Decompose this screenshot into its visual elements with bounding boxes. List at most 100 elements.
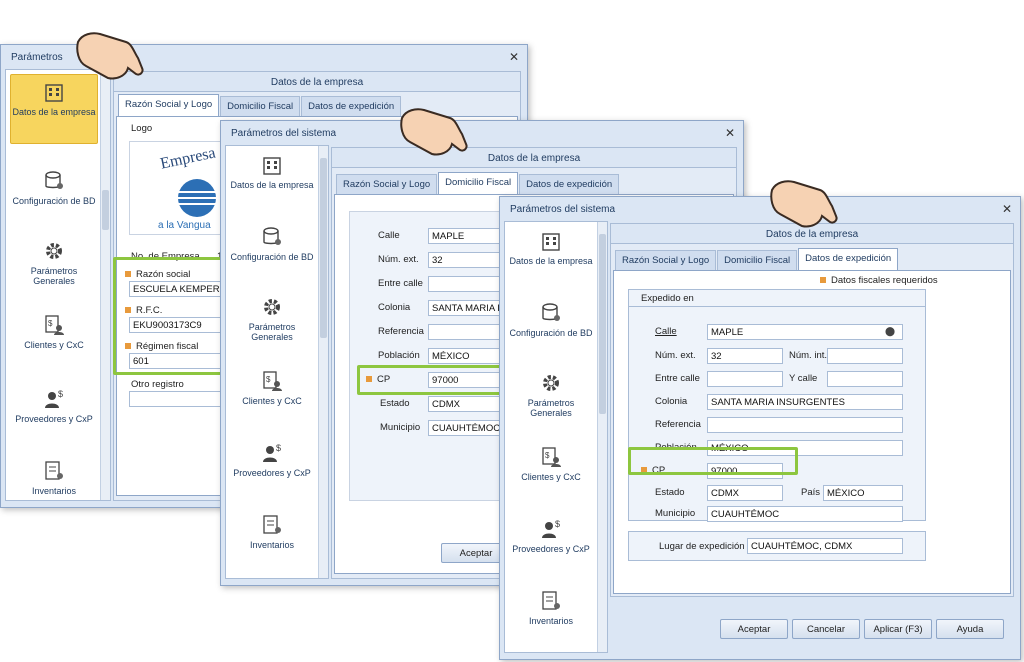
poblacion-label: Población [378, 350, 420, 361]
expedido-en-group: Expedido en Calle MAPLE ⬤ Núm. ext. 32 N… [628, 289, 926, 522]
logo-box[interactable]: Empresa a la Vangua [129, 141, 225, 235]
close-icon[interactable]: ✕ [1002, 202, 1012, 216]
sidebar-item-label: Datos de la empresa [230, 180, 314, 190]
sidebar: Datos de la empresa Configuración de BD … [504, 221, 608, 653]
colonia-label: Colonia [378, 302, 411, 313]
sidebar-item-label: Clientes y CxC [521, 472, 581, 482]
calle-field[interactable]: MAPLE [707, 324, 903, 340]
tab-content: Datos fiscales requeridos Expedido en Ca… [613, 270, 1011, 594]
logo-globe-icon [178, 179, 216, 217]
svg-text:$: $ [266, 375, 271, 384]
tab-datos-expedicion[interactable]: Datos de expedición [798, 248, 899, 270]
close-icon[interactable]: ✕ [509, 50, 519, 64]
logo-label: Logo [131, 123, 153, 134]
ayuda-button[interactable]: Ayuda [936, 619, 1004, 639]
svg-text:$: $ [58, 389, 63, 399]
clients-money-icon: $ [263, 371, 282, 391]
sidebar-item-label: Configuración de BD [12, 196, 96, 206]
tab-domicilio-fiscal[interactable]: Domicilio Fiscal [220, 96, 301, 116]
sidebar-item-clientes[interactable]: $ Clientes y CxC [228, 370, 316, 406]
tab-bar: Razón Social y Logo Domicilio Fiscal Datos… [336, 172, 620, 194]
aplicar-button[interactable]: Aplicar (F3) [864, 619, 932, 639]
sidebar-item-proveedores[interactable]: $ Proveedores y CxP [10, 388, 98, 424]
tab-datos-expedicion[interactable]: Datos de expedición [301, 96, 402, 116]
inventory-icon [263, 515, 281, 534]
tab-razon-social[interactable]: Razón Social y Logo [336, 174, 438, 194]
sidebar-item-config-bd[interactable]: Configuración de BD [10, 170, 98, 206]
num-ext-field[interactable]: 32 [707, 348, 783, 364]
calle-label: Calle [655, 326, 677, 337]
sidebar-item-config-bd[interactable]: Configuración de BD [507, 302, 595, 338]
svg-text:$: $ [276, 443, 281, 453]
window-title: Parámetros del sistema [231, 128, 337, 139]
sidebar-scrollbar[interactable] [100, 70, 110, 500]
inventory-icon [45, 461, 63, 480]
database-gear-icon [45, 171, 63, 189]
supplier-money-icon: $ [45, 389, 63, 408]
sidebar-item-label: Parámetros Generales [248, 322, 296, 342]
window-parametros-sistema-3: Parámetros del sistema ✕ Datos de la emp… [499, 196, 1021, 660]
tab-domicilio-fiscal[interactable]: Domicilio Fiscal [717, 250, 798, 270]
map-pin-icon[interactable]: ⬤ [885, 326, 899, 338]
tab-domicilio-fiscal[interactable]: Domicilio Fiscal [438, 172, 519, 194]
entre-calle-field[interactable] [707, 371, 783, 387]
close-icon[interactable]: ✕ [725, 126, 735, 140]
otro-registro-field[interactable] [129, 391, 225, 407]
tab-razon-social[interactable]: Razón Social y Logo [615, 250, 717, 270]
sidebar-item-label: Datos de la empresa [509, 256, 593, 266]
sidebar-item-inventarios[interactable]: Inventarios [10, 460, 98, 496]
num-int-field[interactable] [827, 348, 903, 364]
sidebar-item-label: Configuración de BD [509, 328, 593, 338]
sidebar-item-label: Proveedores y CxP [15, 414, 93, 424]
required-marker [820, 277, 826, 284]
sidebar-item-clientes[interactable]: $ Clientes y CxC [10, 314, 98, 350]
aceptar-button[interactable]: Aceptar [720, 619, 788, 639]
sidebar: Datos de la empresa Configuración de BD … [225, 145, 329, 579]
svg-text:$: $ [545, 451, 550, 460]
highlight-box [357, 365, 507, 395]
referencia-field[interactable] [707, 417, 903, 433]
sidebar-item-label: Parámetros Generales [30, 266, 78, 286]
cancelar-button[interactable]: Cancelar [792, 619, 860, 639]
sidebar-scrollbar[interactable] [318, 146, 328, 578]
sidebar-item-clientes[interactable]: $ Clientes y CxC [507, 446, 595, 482]
pointing-hand-icon [770, 180, 838, 228]
sidebar-item-datos-empresa[interactable]: Datos de la empresa [228, 154, 316, 190]
sidebar-item-config-bd[interactable]: Configuración de BD [228, 226, 316, 262]
tab-datos-expedicion[interactable]: Datos de expedición [519, 174, 620, 194]
y-calle-label: Y calle [789, 373, 818, 384]
sidebar-item-proveedores[interactable]: $ Proveedores y CxP [228, 442, 316, 478]
sidebar-item-datos-empresa[interactable]: Datos de la empresa [507, 230, 595, 266]
sidebar-item-parametros-generales[interactable]: Parámetros Generales [228, 296, 316, 342]
estado-label: Estado [380, 398, 410, 409]
lugar-field[interactable]: CUAUHTÉMOC, CDMX [747, 538, 903, 554]
sidebar-item-parametros-generales[interactable]: Parámetros Generales [507, 372, 595, 418]
svg-text:$: $ [555, 519, 560, 529]
num-ext-label: Núm. ext. [378, 254, 419, 265]
sidebar-item-inventarios[interactable]: Inventarios [507, 590, 595, 626]
sidebar-item-inventarios[interactable]: Inventarios [228, 514, 316, 550]
gear-icon [264, 299, 280, 315]
gear-icon [543, 375, 559, 391]
estado-field[interactable]: CDMX [707, 485, 783, 501]
panel-title: Datos de la empresa [114, 72, 520, 92]
highlight-box [628, 447, 798, 475]
y-calle-field[interactable] [827, 371, 903, 387]
clients-money-icon: $ [542, 447, 561, 467]
municipio-field[interactable]: CUAUHTÉMOC [707, 506, 903, 522]
sidebar-scrollbar[interactable] [597, 222, 607, 652]
logo-subtitle: a la Vangua [158, 220, 211, 231]
pais-field[interactable]: MÉXICO [823, 485, 903, 501]
sidebar-item-parametros-generales[interactable]: Parámetros Generales [10, 240, 98, 286]
building-icon [263, 157, 281, 175]
colonia-field[interactable]: SANTA MARIA INSURGENTES [707, 394, 903, 410]
lugar-label: Lugar de expedición [659, 541, 745, 552]
tab-razon-social[interactable]: Razón Social y Logo [118, 94, 220, 116]
gear-icon [46, 243, 62, 259]
required-note: Datos fiscales requeridos [820, 275, 938, 286]
tab-bar: Razón Social y Logo Domicilio Fiscal Datos… [118, 94, 402, 116]
sidebar-item-label: Inventarios [249, 540, 295, 550]
sidebar-item-proveedores[interactable]: $ Proveedores y CxP [507, 518, 595, 554]
panel-datos-empresa: Datos de la empresa Razón Social y Logo D… [610, 223, 1014, 597]
clients-money-icon: $ [45, 315, 64, 335]
